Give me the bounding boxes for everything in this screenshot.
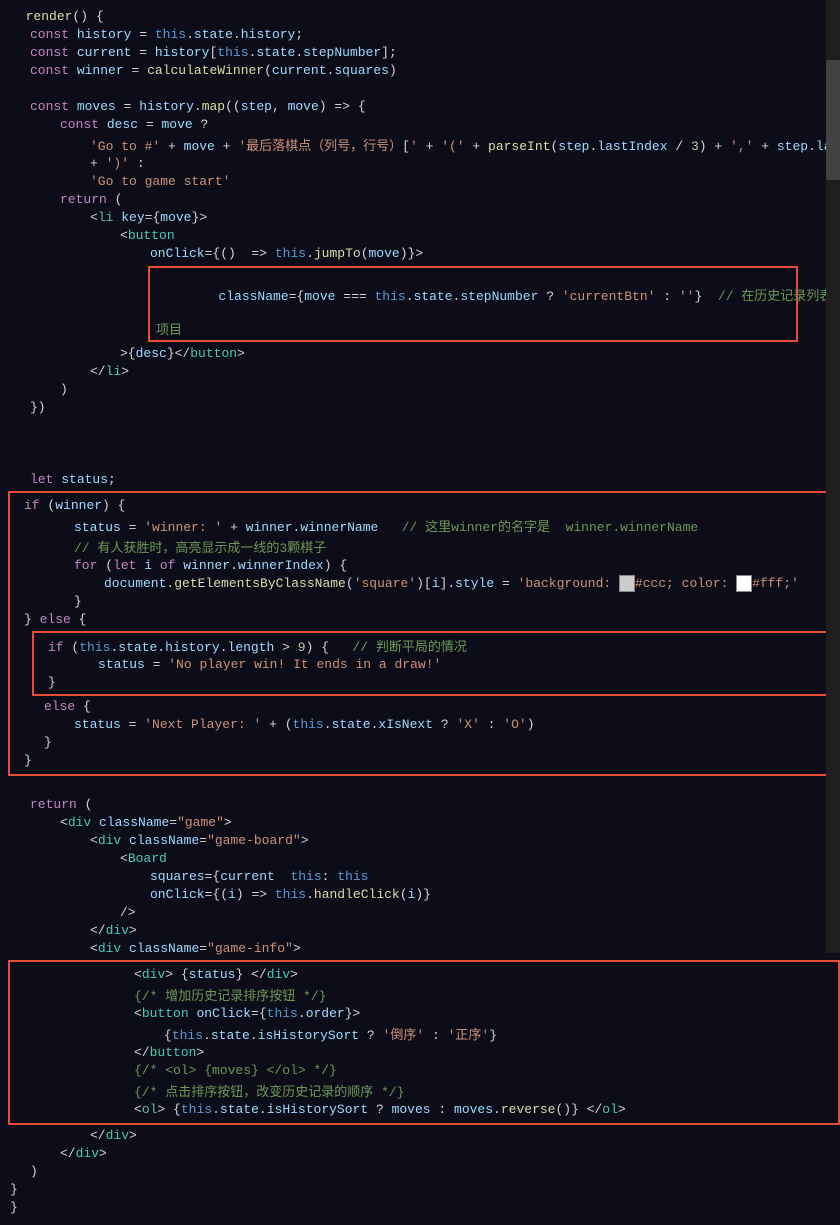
- code-line: for (let i of winner.winnerIndex) {: [14, 557, 834, 575]
- code-line: onClick={(i) => this.handleClick(i)}: [0, 886, 840, 904]
- code-line: const moves = history.map((step, move) =…: [0, 98, 840, 116]
- code-line: status = 'No player win! It ends in a dr…: [38, 656, 828, 674]
- code-line: {/* <ol> {moves} </ol> */}: [14, 1062, 834, 1080]
- code-line: }: [14, 734, 834, 752]
- code-line: <Board: [0, 850, 840, 868]
- code-line: </button>: [14, 1044, 834, 1062]
- code-line: <button onClick={this.order}>: [14, 1005, 834, 1023]
- code-line: <li key={move}>: [0, 209, 840, 227]
- draw-check-red-box: if (this.state.history.length > 9) { // …: [32, 631, 834, 696]
- code-line: <div className="game-board">: [0, 832, 840, 850]
- code-line: {this.state.isHistorySort ? '倒序' : '正序'}: [14, 1023, 834, 1044]
- code-line: <ol> {this.state.isHistorySort ? moves :…: [14, 1101, 834, 1119]
- code-line: <div className="game-info">: [0, 940, 840, 958]
- code-line: const winner = calculateWinner(current.s…: [0, 62, 840, 80]
- code-line: }: [0, 1199, 840, 1217]
- code-line: render() {: [0, 8, 840, 26]
- code-line: <div> {status} </div>: [14, 966, 834, 984]
- code-line: const desc = move ?: [0, 116, 840, 134]
- scrollbar[interactable]: [826, 0, 840, 953]
- code-line: >{desc}</button>: [0, 345, 840, 363]
- code-line: />: [0, 904, 840, 922]
- code-line: return (: [0, 796, 840, 814]
- code-line: let status;: [0, 471, 840, 489]
- code-line: }: [14, 752, 834, 770]
- code-line: </li>: [0, 363, 840, 381]
- code-line: // 有人获胜时，高亮显示成一线的3颗棋子: [14, 536, 834, 557]
- winner-block-red-box: if (winner) { status = 'winner: ' + winn…: [8, 491, 840, 776]
- code-line: </div>: [0, 922, 840, 940]
- game-info-red-box: <div> {status} </div> {/* 增加历史记录排序按钮 */}…: [8, 960, 840, 1125]
- code-line: }: [38, 674, 828, 692]
- code-line: 'Go to game start': [0, 173, 840, 191]
- code-line: ): [0, 381, 840, 399]
- code-line: 'Go to #' + move + '最后落棋点（列号，行号）[' + '('…: [0, 134, 840, 155]
- code-line: ): [0, 1163, 840, 1181]
- code-line: {/* 增加历史记录排序按钮 */}: [14, 984, 834, 1005]
- code-editor: render() { const history = this.state.hi…: [0, 0, 840, 1225]
- code-line: } else {: [14, 611, 834, 629]
- code-line: {/* 点击排序按钮，改变历史记录的顺序 */}: [14, 1080, 834, 1101]
- code-line: squares={current this: this: [0, 868, 840, 886]
- code-line: const current = history[this.state.stepN…: [0, 44, 840, 62]
- code-line: status = 'Next Player: ' + (this.state.x…: [14, 716, 834, 734]
- code-line: }: [0, 1181, 840, 1199]
- code-line: </div>: [0, 1127, 840, 1145]
- code-line: }: [14, 593, 834, 611]
- empty-line: [0, 80, 840, 98]
- scrollbar-thumb[interactable]: [826, 60, 840, 180]
- code-line: </div>: [0, 1145, 840, 1163]
- code-line: }): [0, 399, 840, 417]
- empty-line: [0, 417, 840, 435]
- empty-line: [0, 778, 840, 796]
- code-line: return (: [0, 191, 840, 209]
- empty-line: [0, 435, 840, 453]
- code-line: onClick={() => this.jumpTo(move)}>: [0, 245, 840, 263]
- code-line: <button: [0, 227, 840, 245]
- code-line: document.getElementsByClassName('square'…: [14, 575, 834, 593]
- code-line: + ')' :: [0, 155, 840, 173]
- empty-line: [0, 453, 840, 471]
- code-line: <div className="game">: [0, 814, 840, 832]
- code-line: status = 'winner: ' + winner.winnerName …: [14, 515, 834, 536]
- code-line: if (this.state.history.length > 9) { // …: [38, 635, 828, 656]
- code-line-red-box: className={move === this.state.stepNumbe…: [0, 265, 840, 343]
- code-line: const history = this.state.history;: [0, 26, 840, 44]
- code-line: if (winner) {: [14, 497, 834, 515]
- code-line: else {: [14, 698, 834, 716]
